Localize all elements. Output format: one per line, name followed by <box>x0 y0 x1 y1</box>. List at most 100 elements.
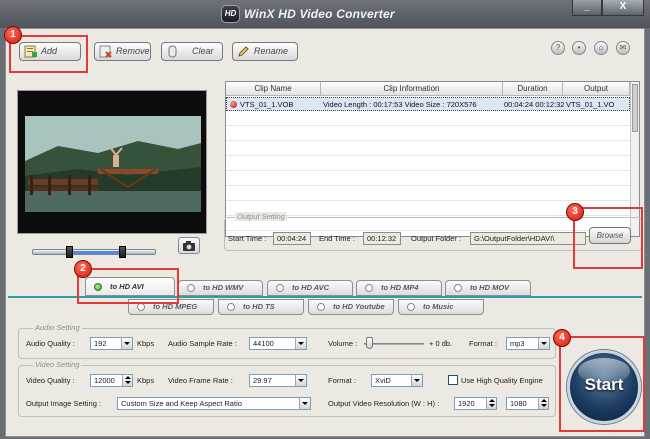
tab-radio-icon <box>227 303 235 311</box>
start-time-label: Start Time : <box>228 234 267 243</box>
tab-radio-icon <box>454 284 462 292</box>
preview-range-slider[interactable] <box>32 246 156 258</box>
clear-icon <box>168 45 177 58</box>
cell-clip-name: VTS_01_1.VOB <box>240 100 294 109</box>
output-image-setting-label: Output Image Setting : <box>26 399 102 408</box>
annotation-number-2: 2 <box>74 260 92 278</box>
audio-sample-rate-label: Audio Sample Rate : <box>168 339 237 348</box>
end-time-field[interactable]: 00:12:32 <box>363 232 401 245</box>
column-header-duration[interactable]: Duration <box>503 82 563 96</box>
close-button[interactable]: X <box>602 0 644 16</box>
range-start-handle[interactable] <box>66 246 73 258</box>
volume-slider-track[interactable] <box>364 343 424 345</box>
annotation-box-2 <box>77 268 179 304</box>
snapshot-button[interactable] <box>178 237 200 254</box>
tab-radio-icon <box>137 303 145 311</box>
output-resolution-label: Output Video Resolution (W : H) : <box>328 399 440 408</box>
cell-output: VTS_01_1.VO <box>566 100 615 109</box>
column-header-clip-information[interactable]: Clip Information <box>321 82 503 96</box>
chevron-down-icon[interactable] <box>299 398 310 409</box>
camera-icon <box>183 241 195 251</box>
resolution-height-stepper[interactable]: 1080 <box>506 397 549 410</box>
tab-to-hd-wmv[interactable]: to HD WMV <box>178 280 263 296</box>
help-icon[interactable]: ? <box>551 41 565 55</box>
tab-to-music[interactable]: to Music <box>398 299 484 315</box>
video-quality-stepper[interactable]: 12000 <box>90 374 133 387</box>
resolution-width-stepper[interactable]: 1920 <box>454 397 497 410</box>
range-end-handle[interactable] <box>119 246 126 258</box>
audio-quality-select[interactable]: 192 <box>90 337 133 350</box>
tab-to-hd-ts[interactable]: to HD TS <box>218 299 304 315</box>
tab-label: to HD MOV <box>470 283 510 292</box>
annotation-box-3 <box>573 207 643 269</box>
tab-radio-icon <box>407 303 415 311</box>
output-image-setting-value: Custom Size and Keep Aspect Ratio <box>121 399 242 408</box>
video-format-select[interactable]: XviD <box>371 374 423 387</box>
table-row-empty <box>226 172 630 186</box>
remove-button[interactable]: Remove <box>94 42 151 61</box>
chevron-down-icon[interactable] <box>121 338 132 349</box>
audio-format-value: mp3 <box>510 339 525 348</box>
start-time-field[interactable]: 00:04:24 <box>273 232 311 245</box>
video-format-label: Format : <box>328 376 356 385</box>
user-icon[interactable]: • <box>572 41 586 55</box>
audio-sample-rate-select[interactable]: 44100 <box>249 337 307 350</box>
spin-arrows-icon[interactable] <box>538 398 548 409</box>
email-icon[interactable]: ✉ <box>616 41 630 55</box>
tab-to-hd-avc[interactable]: to HD AVC <box>267 280 353 296</box>
video-quality-unit: Kbps <box>137 376 155 385</box>
table-row-empty <box>226 157 630 171</box>
output-image-setting-select[interactable]: Custom Size and Keep Aspect Ratio <box>117 397 311 410</box>
table-scrollbar-thumb[interactable] <box>632 84 638 132</box>
tab-to-hd-youtube[interactable]: to HD Youtube <box>308 299 394 315</box>
tab-label: to Music <box>423 302 454 311</box>
audio-quality-value: 192 <box>94 339 107 348</box>
hd-logo-icon: HD <box>221 5 240 23</box>
tab-label: to HD AVC <box>292 283 330 292</box>
video-setting-legend: Video Setting <box>33 360 82 369</box>
spin-arrows-icon[interactable] <box>486 398 496 409</box>
remove-button-label: Remove <box>116 46 150 56</box>
chevron-down-icon[interactable] <box>538 338 549 349</box>
video-quality-label: Video Quality : <box>26 376 75 385</box>
clear-button[interactable]: Clear <box>161 42 223 61</box>
table-row-empty <box>226 142 630 156</box>
end-time-label: End Time : <box>319 234 355 243</box>
home-icon[interactable]: ⌂ <box>594 41 608 55</box>
spin-arrows-icon[interactable] <box>122 375 132 386</box>
column-header-clip-name[interactable]: Clip Name <box>226 82 321 96</box>
column-header-output[interactable]: Output <box>563 82 630 96</box>
high-quality-engine-checkbox[interactable] <box>448 375 458 385</box>
annotation-box-1 <box>9 35 88 73</box>
table-row-empty <box>226 127 630 141</box>
audio-format-select[interactable]: mp3 <box>506 337 550 350</box>
table-row-empty <box>226 187 630 201</box>
video-frame-rate-label: Video Frame Rate : <box>168 376 233 385</box>
main-panel: Add Remove Clear Rename ? • ⌂ ✉ Clip Nam… <box>4 26 645 437</box>
clear-button-label: Clear <box>192 46 214 56</box>
remove-file-icon <box>99 45 112 58</box>
tab-label: to HD Youtube <box>333 302 385 311</box>
high-quality-engine-label: Use High Quality Engine <box>461 376 543 385</box>
video-preview <box>17 90 207 234</box>
video-frame-rate-select[interactable]: 29.97 <box>249 374 307 387</box>
volume-label: Volume : <box>328 339 358 348</box>
annotation-number-4: 4 <box>553 329 571 347</box>
output-folder-label: Output Folder : <box>411 234 462 243</box>
chevron-down-icon[interactable] <box>295 375 306 386</box>
video-frame-rate-value: 29.97 <box>253 376 272 385</box>
video-quality-value: 12000 <box>94 376 115 385</box>
minimize-button[interactable]: _ <box>572 0 602 16</box>
cell-duration: 00:04:24 00:12:32 <box>504 100 564 109</box>
title-bar: HD WinX HD Video Converter _ X <box>0 0 650 28</box>
tab-to-hd-mov[interactable]: to HD MOV <box>445 280 531 296</box>
output-folder-field[interactable]: G:\OutputFolder\HDAVI\ <box>470 232 586 245</box>
volume-slider-thumb[interactable] <box>366 337 373 349</box>
table-row[interactable]: VTS_01_1.VOB Video Length : 00:17:53 Vid… <box>226 97 630 111</box>
chevron-down-icon[interactable] <box>295 338 306 349</box>
chevron-down-icon[interactable] <box>411 375 422 386</box>
preview-frame-image <box>18 91 206 233</box>
tab-to-hd-mp4[interactable]: to HD MP4 <box>356 280 442 296</box>
annotation-number-1: 1 <box>4 26 22 44</box>
rename-button[interactable]: Rename <box>232 42 298 61</box>
